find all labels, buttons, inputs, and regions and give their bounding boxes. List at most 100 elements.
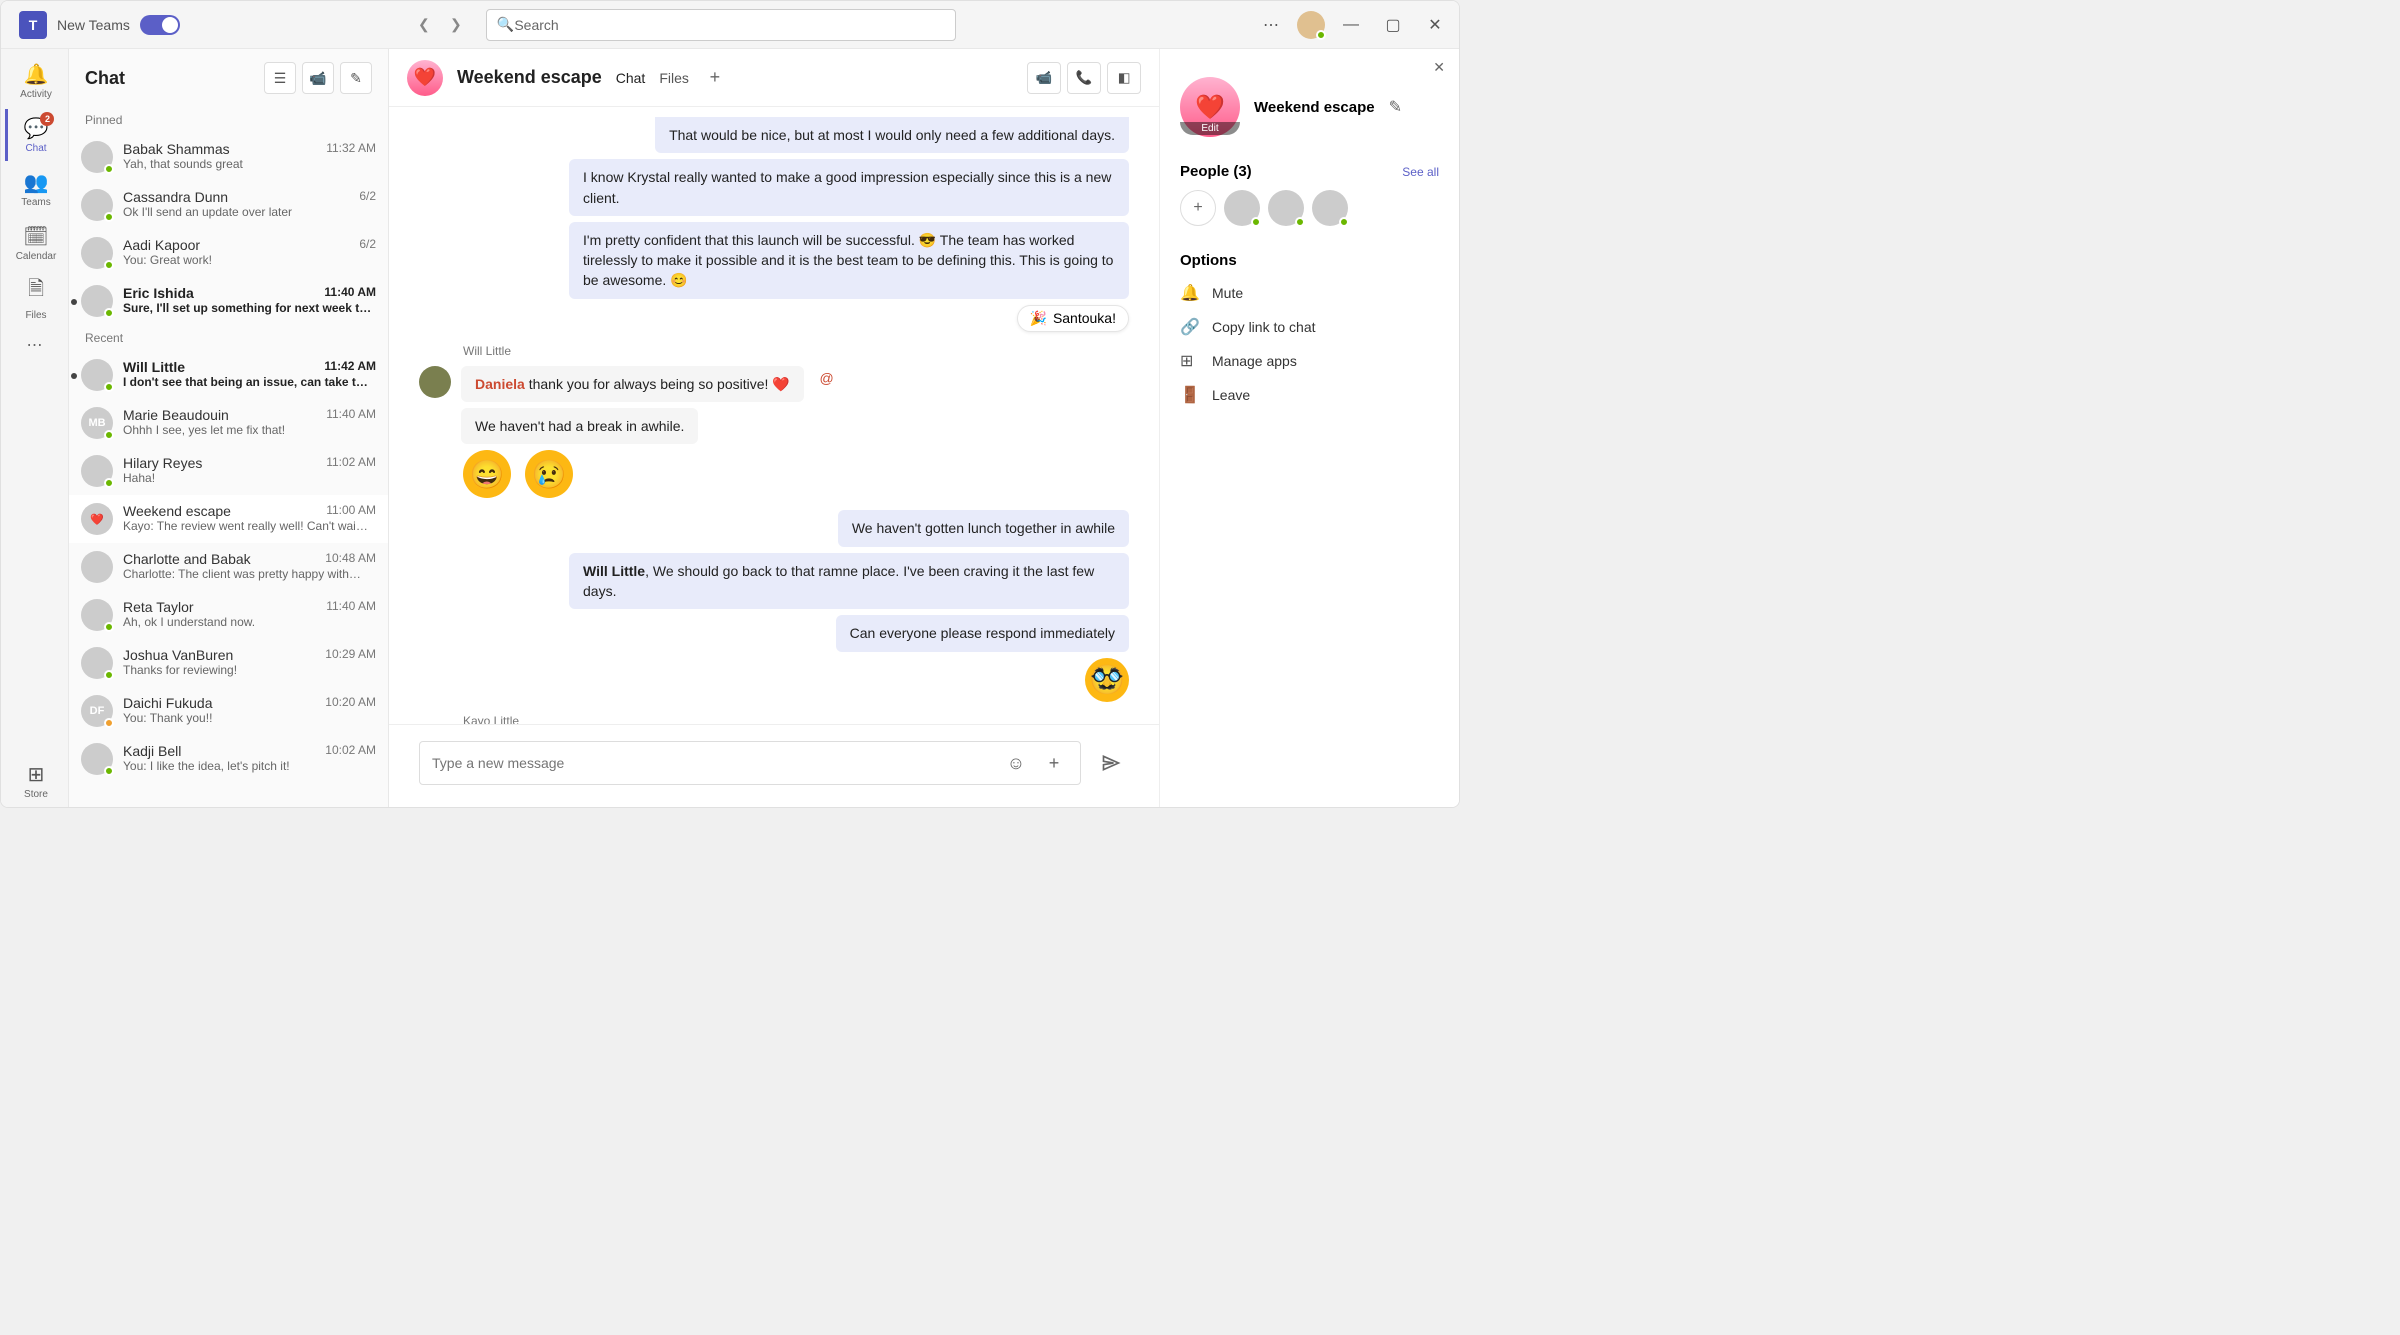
option-label: Copy link to chat bbox=[1212, 319, 1316, 335]
close-details-button[interactable]: ✕ bbox=[1433, 59, 1445, 76]
heart-icon: ❤️ bbox=[414, 67, 436, 88]
message-text: thank you for always being so positive! … bbox=[525, 376, 790, 392]
attach-button[interactable]: + bbox=[1040, 749, 1068, 777]
teams-logo: T bbox=[19, 11, 47, 39]
option-leave[interactable]: 🚪Leave bbox=[1180, 385, 1439, 405]
open-panel-button[interactable]: ◧ bbox=[1107, 62, 1141, 94]
chat-time: 11:02 AM bbox=[326, 455, 376, 471]
new-teams-toggle[interactable] bbox=[140, 15, 180, 35]
add-tab-button[interactable]: + bbox=[703, 66, 727, 90]
chat-items-scroll[interactable]: Babak Shammas11:32 AMYah, that sounds gr… bbox=[69, 133, 388, 807]
nav-forward-button[interactable]: ❯ bbox=[442, 11, 470, 39]
tab-chat[interactable]: Chat bbox=[616, 70, 646, 86]
message-bubble[interactable]: Daniela thank you for always being so po… bbox=[461, 366, 804, 402]
messages-scroll[interactable]: That would be nice, but at most I would … bbox=[389, 107, 1159, 724]
chat-name: Hilary Reyes bbox=[123, 455, 202, 471]
option-copy-link[interactable]: 🔗Copy link to chat bbox=[1180, 317, 1439, 337]
rail-store[interactable]: ⊞ Store bbox=[5, 755, 65, 807]
video-call-button[interactable]: 📹 bbox=[1027, 62, 1061, 94]
nav-back-button[interactable]: ❮ bbox=[410, 11, 438, 39]
chat-row[interactable]: Joshua VanBuren10:29 AMThanks for review… bbox=[69, 639, 388, 687]
chat-preview: Yah, that sounds great bbox=[123, 157, 376, 171]
chat-row[interactable]: Reta Taylor11:40 AMAh, ok I understand n… bbox=[69, 591, 388, 639]
rail-teams[interactable]: 👥 Teams bbox=[5, 163, 65, 215]
avatar bbox=[81, 455, 113, 487]
me-avatar[interactable] bbox=[1297, 11, 1325, 39]
big-emoji-cry[interactable]: 😢 bbox=[525, 450, 573, 498]
chat-name: Weekend escape bbox=[123, 503, 231, 519]
chat-row[interactable]: MB Marie Beaudouin11:40 AMOhhh I see, ye… bbox=[69, 399, 388, 447]
filter-button[interactable]: ☰ bbox=[264, 62, 296, 94]
chat-row[interactable]: DF Daichi Fukuda10:20 AMYou: Thank you!! bbox=[69, 687, 388, 735]
tab-files[interactable]: Files bbox=[659, 70, 689, 86]
pinned-section-label: Pinned bbox=[69, 107, 388, 133]
people-heading: People (3) bbox=[1180, 163, 1252, 180]
message-bubble[interactable]: Can everyone please respond immediately bbox=[836, 615, 1129, 651]
audio-call-button[interactable]: 📞 bbox=[1067, 62, 1101, 94]
chat-preview: Sure, I'll set up something for next wee… bbox=[123, 301, 376, 315]
avatar bbox=[81, 647, 113, 679]
chat-preview: You: Great work! bbox=[123, 253, 376, 267]
chat-row[interactable]: ❤️ Weekend escape11:00 AMKayo: The revie… bbox=[69, 495, 388, 543]
message-bubble[interactable]: I know Krystal really wanted to make a g… bbox=[569, 159, 1129, 216]
message-bubble[interactable]: Will Little, We should go back to that r… bbox=[569, 553, 1129, 610]
add-people-button[interactable]: + bbox=[1180, 190, 1216, 226]
new-chat-button[interactable]: ✎ bbox=[340, 62, 372, 94]
chat-name: Babak Shammas bbox=[123, 141, 230, 157]
edit-name-button[interactable]: ✎ bbox=[1389, 97, 1402, 117]
emoji-picker-button[interactable]: ☺ bbox=[1002, 749, 1030, 777]
rail-chat[interactable]: 💬2 Chat bbox=[5, 109, 65, 161]
mention[interactable]: Daniela bbox=[475, 376, 525, 392]
chat-row[interactable]: Aadi Kapoor6/2You: Great work! bbox=[69, 229, 388, 277]
chat-row[interactable]: Eric Ishida11:40 AMSure, I'll set up som… bbox=[69, 277, 388, 325]
chat-preview: Ah, ok I understand now. bbox=[123, 615, 376, 629]
reaction-chip[interactable]: 🎉Santouka! bbox=[1017, 305, 1130, 332]
group-avatar-large[interactable]: ❤️Edit bbox=[1180, 77, 1240, 137]
window-maximize-button[interactable]: ▢ bbox=[1377, 9, 1409, 41]
chat-time: 10:48 AM bbox=[325, 551, 376, 567]
unread-dot-icon bbox=[71, 373, 77, 379]
chat-row[interactable]: Charlotte and Babak10:48 AMCharlotte: Th… bbox=[69, 543, 388, 591]
message-bubble[interactable]: We haven't had a break in awhile. bbox=[461, 408, 698, 444]
message-input[interactable] bbox=[432, 755, 992, 771]
chat-name: Will Little bbox=[123, 359, 185, 375]
chat-row[interactable]: Kadji Bell10:02 AMYou: I like the idea, … bbox=[69, 735, 388, 783]
rail-more-button[interactable]: ⋯ bbox=[5, 325, 65, 365]
rail-activity-label: Activity bbox=[20, 89, 52, 100]
options-heading: Options bbox=[1180, 252, 1439, 269]
more-options-button[interactable]: ⋯ bbox=[1255, 9, 1287, 41]
mention[interactable]: Will Little bbox=[583, 563, 645, 579]
option-mute[interactable]: 🔔Mute bbox=[1180, 283, 1439, 303]
meet-now-button[interactable]: 📹 bbox=[302, 62, 334, 94]
chat-row[interactable]: Babak Shammas11:32 AMYah, that sounds gr… bbox=[69, 133, 388, 181]
window-close-button[interactable]: ✕ bbox=[1419, 9, 1451, 41]
avatar bbox=[81, 141, 113, 173]
window-minimize-button[interactable]: — bbox=[1335, 9, 1367, 41]
chat-time: 6/2 bbox=[359, 237, 376, 253]
chat-icon: 💬2 bbox=[24, 116, 49, 141]
big-emoji-disguise[interactable]: 🥸 bbox=[1085, 658, 1129, 702]
chat-name: Daichi Fukuda bbox=[123, 695, 213, 711]
people-icon: 👥 bbox=[24, 170, 49, 195]
option-manage-apps[interactable]: ⊞Manage apps bbox=[1180, 351, 1439, 371]
avatar[interactable] bbox=[1312, 190, 1348, 226]
chat-preview: Thanks for reviewing! bbox=[123, 663, 376, 677]
big-emoji-laugh[interactable]: 😄 bbox=[463, 450, 511, 498]
chat-row[interactable]: Cassandra Dunn6/2Ok I'll send an update … bbox=[69, 181, 388, 229]
sender-label: Will Little bbox=[463, 344, 1129, 358]
avatar[interactable] bbox=[1268, 190, 1304, 226]
chat-row[interactable]: Hilary Reyes11:02 AMHaha! bbox=[69, 447, 388, 495]
search-input[interactable]: 🔍 Search bbox=[486, 9, 956, 41]
chat-preview: Ok I'll send an update over later bbox=[123, 205, 376, 219]
rail-calendar[interactable]: 🗓 Calendar bbox=[5, 217, 65, 269]
store-icon: ⊞ bbox=[28, 762, 45, 787]
avatar[interactable] bbox=[1224, 190, 1260, 226]
rail-activity[interactable]: 🔔 Activity bbox=[5, 55, 65, 107]
message-bubble[interactable]: I'm pretty confident that this launch wi… bbox=[569, 222, 1129, 299]
chat-row[interactable]: Will Little11:42 AMI don't see that bein… bbox=[69, 351, 388, 399]
send-button[interactable] bbox=[1093, 745, 1129, 781]
message-bubble[interactable]: That would be nice, but at most I would … bbox=[655, 117, 1129, 153]
message-bubble[interactable]: We haven't gotten lunch together in awhi… bbox=[838, 510, 1129, 546]
see-all-link[interactable]: See all bbox=[1402, 165, 1439, 179]
rail-files[interactable]: 🗎 Files bbox=[5, 271, 65, 323]
